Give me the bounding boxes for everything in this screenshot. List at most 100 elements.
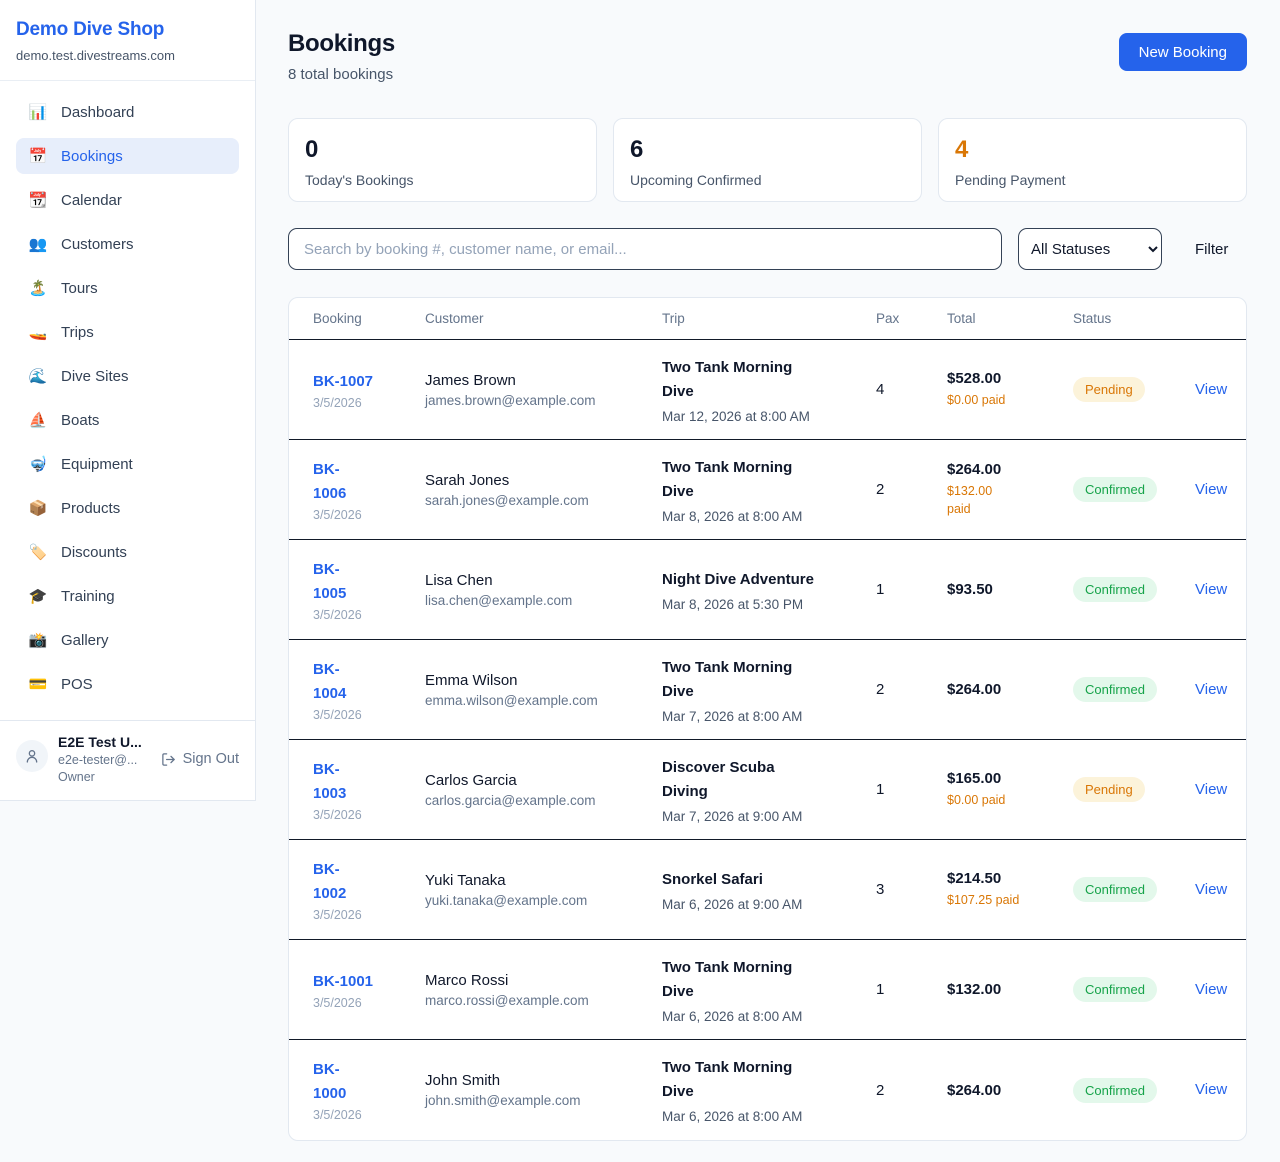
filter-button[interactable]: Filter	[1195, 241, 1228, 258]
stat-label: Pending Payment	[955, 172, 1230, 188]
bookings-count: 8 total bookings	[288, 66, 395, 83]
customer-name: Lisa Chen	[425, 572, 662, 589]
booking-date: 3/5/2026	[313, 608, 425, 622]
new-booking-button[interactable]: New Booking	[1119, 33, 1247, 71]
search-input[interactable]	[288, 228, 1002, 270]
col-header-booking: Booking	[313, 311, 425, 326]
customer-name: Marco Rossi	[425, 972, 662, 989]
booking-id-link[interactable]: BK- 1005	[313, 558, 425, 606]
booking-id-link[interactable]: BK- 1000	[313, 1058, 425, 1106]
pax-count: 2	[876, 681, 947, 698]
view-link[interactable]: View	[1195, 981, 1227, 998]
sidebar-item-trips[interactable]: 🚤 Trips	[16, 314, 239, 350]
trip-name: Two Tank Morning Dive	[662, 1056, 876, 1104]
booking-id-link[interactable]: BK- 1006	[313, 458, 425, 506]
customer-cell: Yuki Tanaka yuki.tanaka@example.com	[425, 872, 662, 908]
total-cell: $214.50 $107.25 paid	[947, 870, 1073, 909]
stat-card: 6 Upcoming Confirmed	[613, 118, 922, 202]
trip-datetime: Mar 12, 2026 at 8:00 AM	[662, 409, 876, 424]
stat-card: 4 Pending Payment	[938, 118, 1247, 202]
table-row: BK- 1005 3/5/2026 Lisa Chen lisa.chen@ex…	[289, 540, 1246, 640]
user-info: E2E Test U... e2e-tester@... Owner	[58, 734, 151, 784]
sidebar-item-training[interactable]: 🎓 Training	[16, 578, 239, 614]
customer-cell: Lisa Chen lisa.chen@example.com	[425, 572, 662, 608]
trip-datetime: Mar 6, 2026 at 8:00 AM	[662, 1109, 876, 1124]
table-row: BK-1007 3/5/2026 James Brown james.brown…	[289, 340, 1246, 440]
booking-id-link[interactable]: BK- 1002	[313, 858, 425, 906]
total-amount: $132.00	[947, 981, 1073, 998]
products-icon: 📦	[28, 499, 48, 517]
sidebar-item-dive-sites[interactable]: 🌊 Dive Sites	[16, 358, 239, 394]
trip-datetime: Mar 6, 2026 at 8:00 AM	[662, 1009, 876, 1024]
sidebar-item-customers[interactable]: 👥 Customers	[16, 226, 239, 262]
sidebar-item-dashboard[interactable]: 📊 Dashboard	[16, 94, 239, 130]
table-row: BK- 1003 3/5/2026 Carlos Garcia carlos.g…	[289, 740, 1246, 840]
status-cell: Confirmed	[1073, 577, 1195, 602]
trip-name: Discover Scuba Diving	[662, 756, 876, 804]
sidebar-item-tours[interactable]: 🏝️ Tours	[16, 270, 239, 306]
sidebar-item-label: Discounts	[61, 544, 127, 561]
status-cell: Confirmed	[1073, 877, 1195, 902]
trip-cell: Snorkel Safari Mar 6, 2026 at 9:00 AM	[662, 868, 876, 912]
sidebar-header: Demo Dive Shop demo.test.divestreams.com	[0, 0, 255, 81]
sidebar-item-pos[interactable]: 💳 POS	[16, 666, 239, 702]
booking-date: 3/5/2026	[313, 808, 425, 822]
view-link[interactable]: View	[1195, 581, 1227, 598]
status-filter-select[interactable]: All Statuses	[1018, 228, 1162, 270]
trip-datetime: Mar 6, 2026 at 9:00 AM	[662, 897, 876, 912]
booking-cell: BK- 1002 3/5/2026	[313, 858, 425, 922]
sidebar-item-gallery[interactable]: 📸 Gallery	[16, 622, 239, 658]
trip-datetime: Mar 8, 2026 at 5:30 PM	[662, 597, 876, 612]
sidebar-item-discounts[interactable]: 🏷️ Discounts	[16, 534, 239, 570]
view-link[interactable]: View	[1195, 1081, 1227, 1098]
total-cell: $264.00	[947, 1082, 1073, 1099]
trip-name: Two Tank Morning Dive	[662, 656, 876, 704]
user-avatar	[16, 740, 48, 772]
page-header: Bookings 8 total bookings New Booking	[288, 30, 1247, 83]
status-cell: Confirmed	[1073, 1078, 1195, 1103]
view-link[interactable]: View	[1195, 481, 1227, 498]
view-link[interactable]: View	[1195, 781, 1227, 798]
customer-email: carlos.garcia@example.com	[425, 793, 662, 808]
booking-cell: BK- 1000 3/5/2026	[313, 1058, 425, 1122]
view-link[interactable]: View	[1195, 681, 1227, 698]
shop-domain: demo.test.divestreams.com	[16, 48, 239, 63]
customers-icon: 👥	[28, 235, 48, 253]
view-link[interactable]: View	[1195, 381, 1227, 398]
status-badge: Confirmed	[1073, 977, 1157, 1002]
bookings-table: Booking Customer Trip Pax Total Status B…	[288, 297, 1247, 1141]
customer-cell: Carlos Garcia carlos.garcia@example.com	[425, 772, 662, 808]
pos-icon: 💳	[28, 675, 48, 693]
customer-email: yuki.tanaka@example.com	[425, 893, 662, 908]
training-icon: 🎓	[28, 587, 48, 605]
booking-cell: BK- 1004 3/5/2026	[313, 658, 425, 722]
sidebar-item-boats[interactable]: ⛵ Boats	[16, 402, 239, 438]
booking-cell: BK- 1006 3/5/2026	[313, 458, 425, 522]
customer-email: james.brown@example.com	[425, 393, 662, 408]
booking-id-link[interactable]: BK- 1004	[313, 658, 425, 706]
customer-name: Carlos Garcia	[425, 772, 662, 789]
customer-name: Sarah Jones	[425, 472, 662, 489]
customer-cell: Marco Rossi marco.rossi@example.com	[425, 972, 662, 1008]
booking-date: 3/5/2026	[313, 996, 425, 1010]
main-content: Bookings 8 total bookings New Booking 0 …	[256, 0, 1280, 1141]
sidebar-item-equipment[interactable]: 🤿 Equipment	[16, 446, 239, 482]
stat-label: Today's Bookings	[305, 172, 580, 188]
total-cell: $264.00 $132.00 paid	[947, 461, 1073, 518]
booking-date: 3/5/2026	[313, 508, 425, 522]
sidebar-item-bookings[interactable]: 📅 Bookings	[16, 138, 239, 174]
stat-label: Upcoming Confirmed	[630, 172, 905, 188]
customer-email: marco.rossi@example.com	[425, 993, 662, 1008]
booking-date: 3/5/2026	[313, 908, 425, 922]
booking-id-link[interactable]: BK-1001	[313, 970, 425, 994]
status-cell: Confirmed	[1073, 477, 1195, 502]
sign-out-button[interactable]: Sign Out	[161, 751, 239, 767]
total-amount: $165.00	[947, 770, 1073, 787]
booking-id-link[interactable]: BK- 1003	[313, 758, 425, 806]
status-cell: Pending	[1073, 377, 1195, 402]
sidebar-item-calendar[interactable]: 📆 Calendar	[16, 182, 239, 218]
booking-id-link[interactable]: BK-1007	[313, 370, 425, 394]
sidebar-user-footer: E2E Test U... e2e-tester@... Owner Sign …	[0, 720, 255, 800]
sidebar-item-products[interactable]: 📦 Products	[16, 490, 239, 526]
view-link[interactable]: View	[1195, 881, 1227, 898]
